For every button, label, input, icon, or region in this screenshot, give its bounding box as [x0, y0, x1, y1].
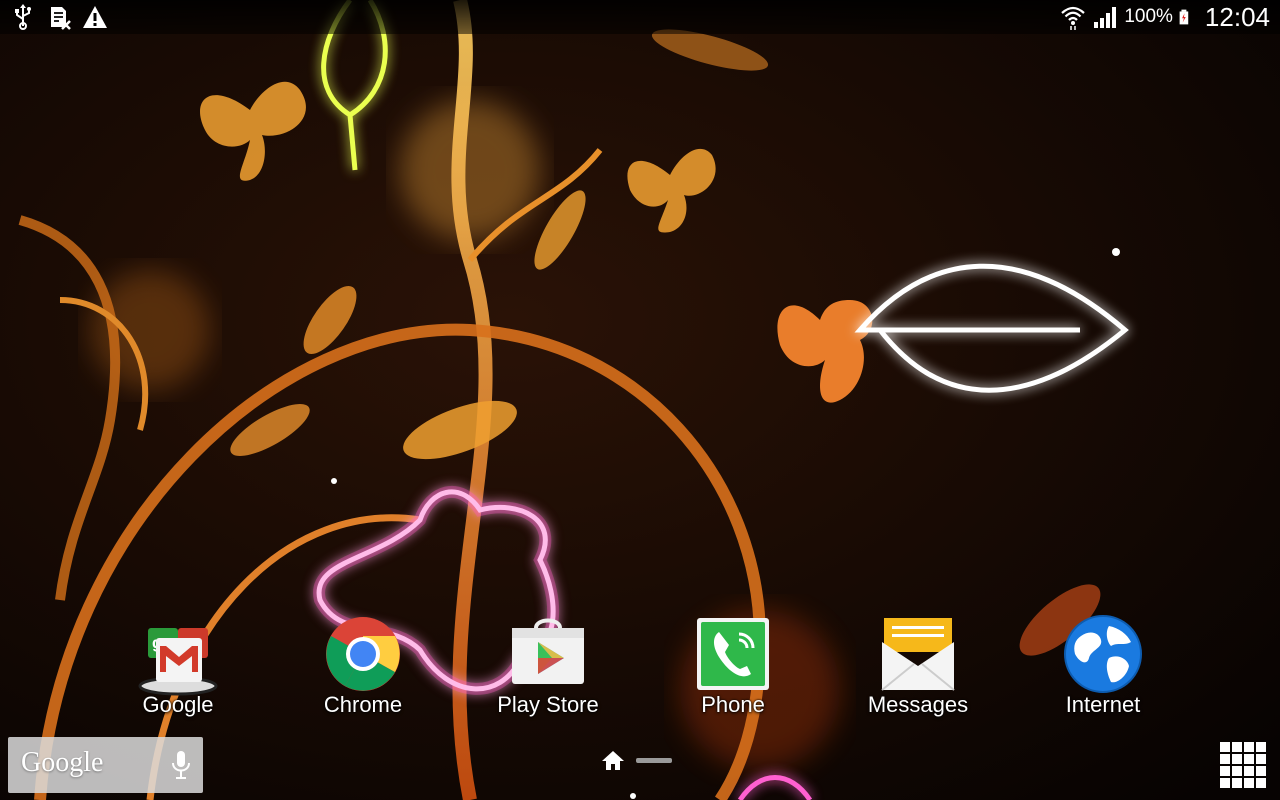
- apps-grid-icon[interactable]: [1218, 740, 1268, 790]
- warning-icon: [83, 6, 107, 28]
- app-label-chrome: Chrome: [323, 692, 403, 717]
- home-icon[interactable]: [600, 748, 626, 772]
- status-bar[interactable]: 100% 12:04: [0, 0, 1280, 34]
- home-shortcuts: g+ Google Chrome Play Store: [0, 612, 1280, 732]
- page-indicator[interactable]: [600, 748, 672, 772]
- wifi-icon: [1061, 6, 1086, 30]
- google-folder-icon: g+: [138, 628, 218, 696]
- internet-globe-icon: [1064, 615, 1142, 693]
- page-indicator-dash[interactable]: [636, 757, 672, 763]
- clock[interactable]: 12:04: [1205, 2, 1270, 33]
- app-phone[interactable]: Phone: [658, 612, 808, 718]
- chrome-icon: [326, 617, 400, 691]
- battery-percent: 100%: [1124, 6, 1173, 27]
- play-store-icon: [512, 618, 584, 684]
- app-chrome[interactable]: Chrome: [288, 612, 438, 718]
- app-label-google: Google: [142, 692, 214, 717]
- app-google-folder[interactable]: g+ Google: [103, 612, 253, 718]
- notification-icons: [10, 4, 108, 30]
- app-label-messages: Messages: [867, 692, 969, 717]
- battery-icon: [1179, 9, 1189, 25]
- phone-icon: [697, 618, 769, 690]
- microphone-icon[interactable]: [169, 749, 193, 781]
- google-logo: Google: [21, 747, 104, 778]
- app-label-play-store: Play Store: [497, 692, 599, 717]
- signal-icon: [1094, 7, 1117, 28]
- app-label-internet: Internet: [1065, 692, 1141, 717]
- app-play-store[interactable]: Play Store: [473, 612, 623, 718]
- google-search-widget[interactable]: Google: [8, 737, 203, 793]
- app-label-phone: Phone: [701, 692, 765, 717]
- system-status: 100% 12:04: [1060, 0, 1270, 34]
- messages-icon: [881, 618, 955, 691]
- usb-icon: [15, 4, 31, 30]
- app-messages[interactable]: Messages: [843, 612, 993, 718]
- app-internet[interactable]: Internet: [1028, 612, 1178, 718]
- sim-card-missing-icon: [51, 7, 71, 30]
